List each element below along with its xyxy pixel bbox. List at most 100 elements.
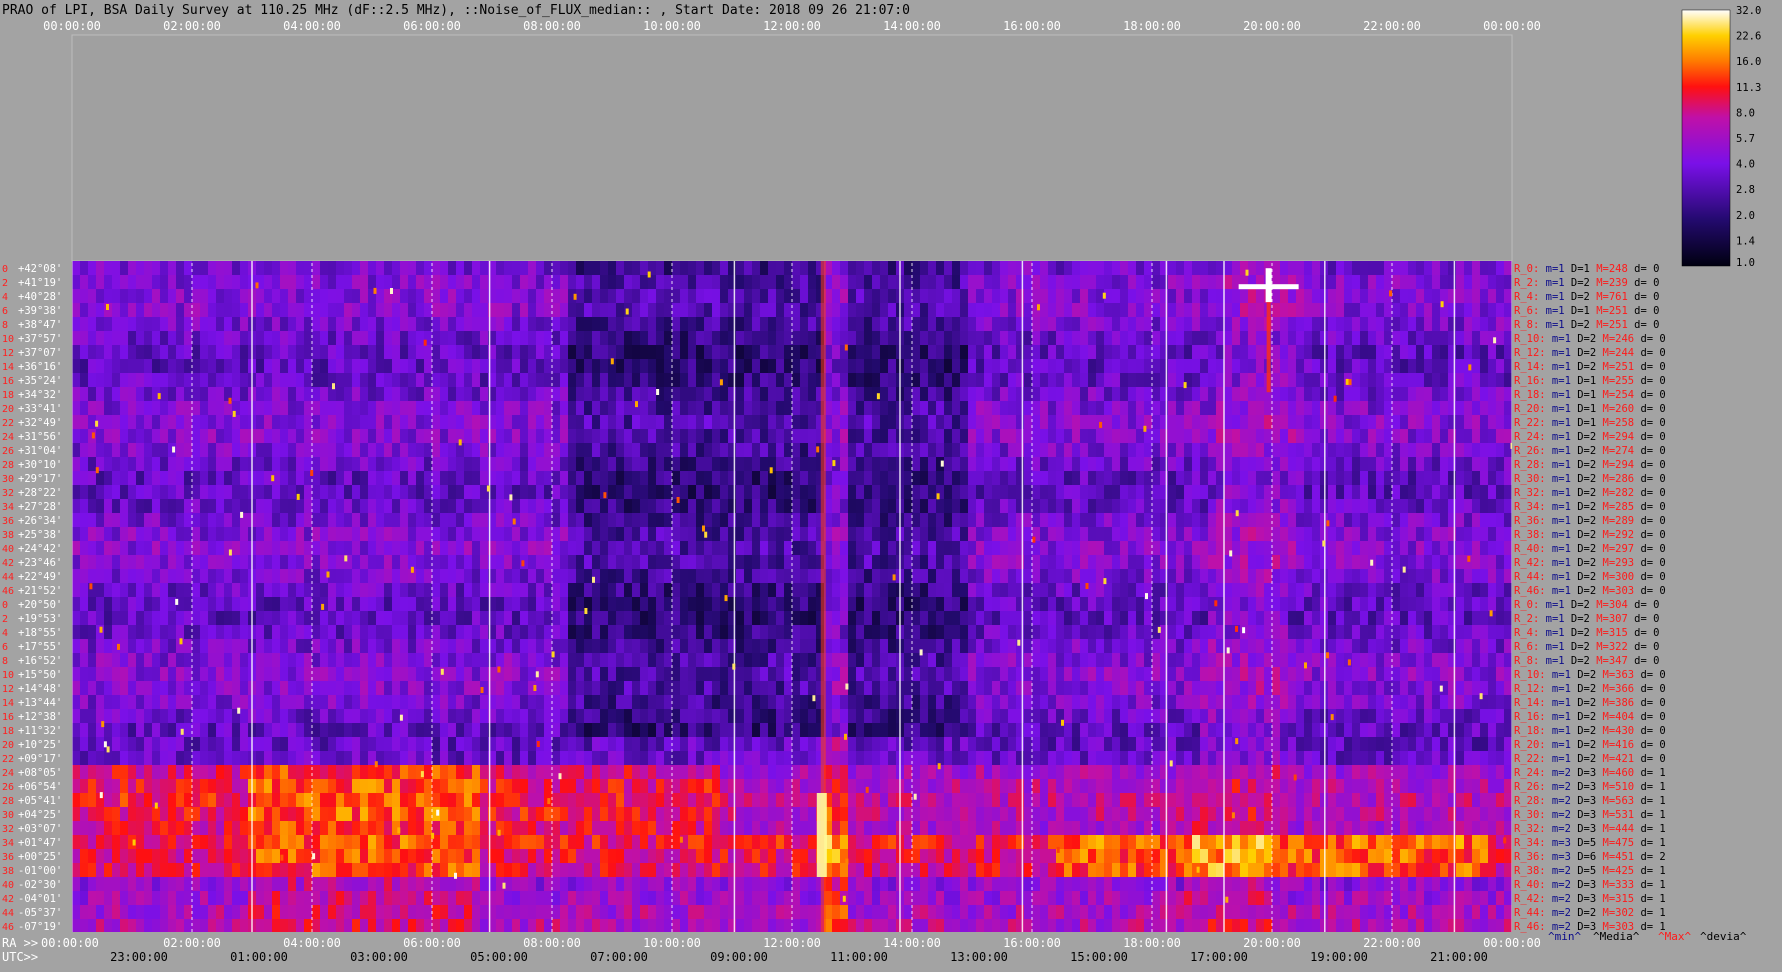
heat-cell [80, 583, 89, 597]
heat-cell [256, 611, 265, 625]
heat-cell [1472, 359, 1481, 373]
heat-cell [1472, 471, 1481, 485]
heat-cell [744, 345, 753, 359]
heat-cell [312, 527, 321, 541]
heat-cell [416, 331, 425, 345]
heat-cell [840, 513, 849, 527]
heat-cell [328, 555, 337, 569]
heat-cell [992, 457, 1001, 471]
heat-cell [1224, 611, 1233, 625]
heat-cell [1016, 513, 1025, 527]
heat-cell [1432, 275, 1441, 289]
heat-cell [120, 317, 129, 331]
heat-cell [232, 485, 241, 499]
heat-cell [1232, 359, 1241, 373]
heat-cell [912, 359, 921, 373]
heat-cell [576, 345, 585, 359]
heat-cell [72, 373, 81, 387]
heat-cell [1472, 583, 1481, 597]
heat-cell [392, 513, 401, 527]
heat-cell [768, 275, 777, 289]
heat-cell [1128, 429, 1137, 443]
heat-cell [1496, 261, 1505, 275]
heat-cell [1184, 443, 1193, 457]
heat-cell [1416, 597, 1425, 611]
heat-cell [1032, 401, 1041, 415]
heat-cell [536, 611, 545, 625]
heat-cell [920, 471, 929, 485]
heat-cell [720, 345, 729, 359]
heat-cell [584, 331, 593, 345]
heat-cell [328, 527, 337, 541]
heat-cell [1328, 499, 1337, 513]
heat-cell [512, 583, 521, 597]
heat-cell [112, 485, 121, 499]
heat-cell [840, 275, 849, 289]
heat-cell [784, 359, 793, 373]
heat-cell [208, 513, 217, 527]
heat-cell [1304, 415, 1313, 429]
heat-cell [1064, 527, 1073, 541]
heat-cell [968, 639, 977, 653]
heat-cell [1000, 373, 1009, 387]
heat-cell [608, 569, 617, 583]
heat-cell [680, 373, 689, 387]
heat-cell [1128, 387, 1137, 401]
heat-cell [864, 527, 873, 541]
heat-cell [128, 513, 137, 527]
heat-cell [344, 261, 353, 275]
heat-cell [224, 457, 233, 471]
heat-cell [1376, 415, 1385, 429]
heat-cell [480, 373, 489, 387]
heat-cell [640, 429, 649, 443]
heat-cell [136, 415, 145, 429]
heat-cell [280, 625, 289, 639]
heat-cell [200, 471, 209, 485]
heat-cell [760, 429, 769, 443]
heat-cell [1200, 541, 1209, 555]
heat-cell [496, 261, 505, 275]
heat-cell [1232, 261, 1241, 275]
heat-cell [1024, 345, 1033, 359]
heat-cell [1112, 373, 1121, 387]
heat-cell [576, 513, 585, 527]
heat-cell [1136, 597, 1145, 611]
heat-cell [1416, 289, 1425, 303]
heat-cell [352, 415, 361, 429]
heat-cell [496, 597, 505, 611]
heat-cell [184, 429, 193, 443]
heat-cell [1184, 597, 1193, 611]
heat-cell [904, 387, 913, 401]
heat-cell [672, 639, 681, 653]
heat-cell [496, 541, 505, 555]
heat-cell [184, 625, 193, 639]
heat-cell [1184, 387, 1193, 401]
heat-cell [920, 443, 929, 457]
heat-cell [192, 611, 201, 625]
heat-cell [1168, 317, 1177, 331]
heat-cell [1400, 471, 1409, 485]
heat-cell [1072, 317, 1081, 331]
heat-cell [968, 373, 977, 387]
chart-title: PRAO of LPI, BSA Daily Survey at 110.25 … [2, 3, 910, 18]
heat-cell [984, 387, 993, 401]
heat-cell [96, 303, 105, 317]
heat-cell [176, 387, 185, 401]
heat-cell [1488, 457, 1497, 471]
heat-cell [80, 345, 89, 359]
heat-cell [560, 513, 569, 527]
heat-cell [744, 541, 753, 555]
heat-cell [72, 471, 81, 485]
heat-cell [1000, 611, 1009, 625]
heat-cell [920, 555, 929, 569]
heat-cell [1088, 583, 1097, 597]
heat-cell [208, 611, 217, 625]
heat-cell [944, 401, 953, 415]
heat-cell [968, 429, 977, 443]
heat-cell [1224, 429, 1233, 443]
heat-cell [504, 639, 513, 653]
heat-cell [424, 275, 433, 289]
heat-cell [552, 415, 561, 429]
heat-cell [1032, 387, 1041, 401]
heat-cell [520, 261, 529, 275]
